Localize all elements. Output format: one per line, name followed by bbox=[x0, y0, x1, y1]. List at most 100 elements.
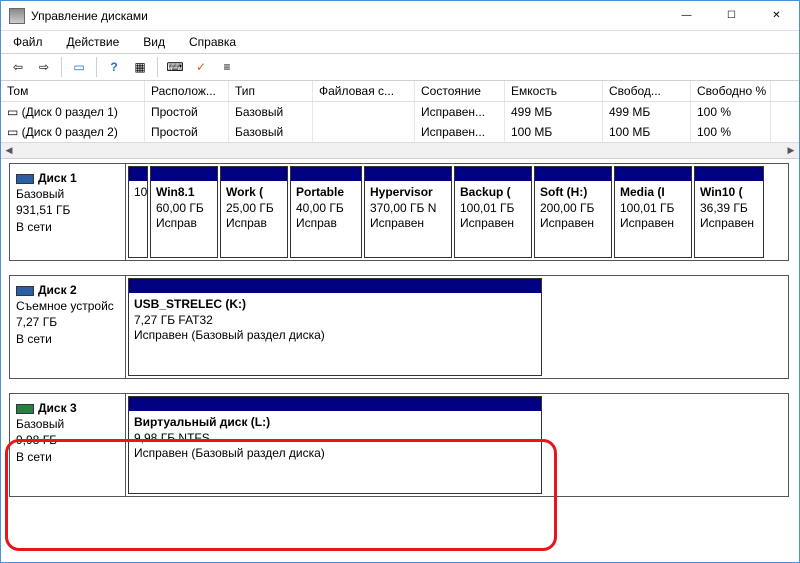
horizontal-scrollbar[interactable]: ◀ ▶ bbox=[1, 142, 799, 158]
disk-icon bbox=[16, 404, 34, 414]
col-header-percent[interactable]: Свободно % bbox=[691, 81, 771, 101]
menubar: Файл Действие Вид Справка bbox=[1, 31, 799, 53]
help-button[interactable]: ? bbox=[103, 56, 125, 78]
toolbar: ⇦ ⇨ ▭ ? ▦ ⌨ ✓ ≡ bbox=[1, 53, 799, 81]
partition-color-bar bbox=[535, 167, 611, 181]
partition-size: 36,39 ГБ bbox=[700, 201, 758, 217]
cell-type: Базовый bbox=[229, 122, 313, 142]
toolbar-button-6[interactable]: ✓ bbox=[190, 56, 212, 78]
col-header-layout[interactable]: Располож... bbox=[145, 81, 229, 101]
partition-status: Исправен bbox=[700, 216, 758, 232]
disk-size: 931,51 ГБ bbox=[16, 202, 119, 218]
partition-body: Win8.160,00 ГБИсправ bbox=[151, 181, 217, 236]
toolbar-button-5[interactable]: ⌨ bbox=[164, 56, 186, 78]
arrow-left-icon: ⇦ bbox=[13, 60, 23, 74]
partition-size: 60,00 ГБ bbox=[156, 201, 212, 217]
partition-body: Backup (100,01 ГБИсправен bbox=[455, 181, 531, 236]
check-icon: ✓ bbox=[196, 60, 206, 74]
cell-volume: ▭ (Диск 0 раздел 2) bbox=[1, 122, 145, 142]
refresh-icon: ▦ bbox=[134, 60, 145, 74]
partition-size: 25,00 ГБ bbox=[226, 201, 282, 217]
disk-row[interactable]: Диск 2 Съемное устройс 7,27 ГБ В сети US… bbox=[9, 275, 789, 379]
toolbar-button-7[interactable]: ≡ bbox=[216, 56, 238, 78]
partition[interactable]: USB_STRELEC (K:)7,27 ГБ FAT32Исправен (Б… bbox=[128, 278, 542, 376]
help-icon: ? bbox=[110, 60, 117, 74]
disk-icon bbox=[16, 286, 34, 296]
partition-color-bar bbox=[695, 167, 763, 181]
disk-icon bbox=[16, 174, 34, 184]
col-header-filesystem[interactable]: Файловая с... bbox=[313, 81, 415, 101]
partition[interactable]: Media (I100,01 ГБИсправен bbox=[614, 166, 692, 258]
menu-help[interactable]: Справка bbox=[183, 33, 242, 51]
menu-view[interactable]: Вид bbox=[137, 33, 171, 51]
partition[interactable]: 10 bbox=[128, 166, 148, 258]
partition-name: Backup ( bbox=[460, 185, 526, 201]
partition[interactable]: Soft (H:)200,00 ГБИсправен bbox=[534, 166, 612, 258]
col-header-free[interactable]: Свобод... bbox=[603, 81, 691, 101]
properties-button[interactable]: ▭ bbox=[68, 56, 90, 78]
partition-size: 40,00 ГБ bbox=[296, 201, 356, 217]
menu-file[interactable]: Файл bbox=[7, 33, 49, 51]
partition[interactable]: Hypervisor370,00 ГБ NИсправен bbox=[364, 166, 452, 258]
partition-status: Исправен (Базовый раздел диска) bbox=[134, 446, 536, 462]
close-button[interactable]: ✕ bbox=[754, 1, 799, 30]
partition-body: 10 bbox=[129, 181, 147, 205]
volume-row[interactable]: ▭ (Диск 0 раздел 1) Простой Базовый Испр… bbox=[1, 102, 799, 122]
disk-partitions: 10Win8.160,00 ГБИсправWork (25,00 ГБИспр… bbox=[126, 164, 788, 260]
partition[interactable]: Backup (100,01 ГБИсправен bbox=[454, 166, 532, 258]
list-icon: ≡ bbox=[223, 60, 230, 74]
back-button[interactable]: ⇦ bbox=[7, 56, 29, 78]
partition[interactable]: Portable40,00 ГБИсправ bbox=[290, 166, 362, 258]
scroll-right-button[interactable]: ▶ bbox=[783, 143, 799, 158]
partition-name: Hypervisor bbox=[370, 185, 446, 201]
partition-color-bar bbox=[151, 167, 217, 181]
disk-info: Диск 1 Базовый 931,51 ГБ В сети bbox=[10, 164, 126, 260]
col-header-type[interactable]: Тип bbox=[229, 81, 313, 101]
app-icon bbox=[9, 8, 25, 24]
partition[interactable]: Виртуальный диск (L:)9,98 ГБ NTFSИсправе… bbox=[128, 396, 542, 494]
partition-status: Исправен bbox=[540, 216, 606, 232]
refresh-button[interactable]: ▦ bbox=[129, 56, 151, 78]
cell-cap: 499 МБ bbox=[505, 102, 603, 122]
cell-status: Исправен... bbox=[415, 102, 505, 122]
volume-list-header: Том Располож... Тип Файловая с... Состоя… bbox=[1, 81, 799, 102]
partition-status: Исправен bbox=[620, 216, 686, 232]
disk-info: Диск 3 Базовый 9,98 ГБ В сети bbox=[10, 394, 126, 496]
partition-size: 200,00 ГБ bbox=[540, 201, 606, 217]
maximize-button[interactable]: ☐ bbox=[709, 1, 754, 30]
col-header-volume[interactable]: Том bbox=[1, 81, 145, 101]
partition-name: Work ( bbox=[226, 185, 282, 201]
disk-partitions: USB_STRELEC (K:)7,27 ГБ FAT32Исправен (Б… bbox=[126, 276, 788, 378]
partition-size: 370,00 ГБ N bbox=[370, 201, 446, 217]
minimize-button[interactable]: — bbox=[664, 1, 709, 30]
properties-icon: ▭ bbox=[73, 60, 84, 74]
menu-action[interactable]: Действие bbox=[61, 33, 126, 51]
partition-name: USB_STRELEC (K:) bbox=[134, 297, 536, 313]
partition[interactable]: Win8.160,00 ГБИсправ bbox=[150, 166, 218, 258]
partition-status: Исправ bbox=[296, 216, 356, 232]
partition[interactable]: Work (25,00 ГБИсправ bbox=[220, 166, 288, 258]
partition[interactable]: Win10 (36,39 ГБИсправен bbox=[694, 166, 764, 258]
partition-body: Media (I100,01 ГБИсправен bbox=[615, 181, 691, 236]
partition-name: Win10 ( bbox=[700, 185, 758, 201]
cell-pct: 100 % bbox=[691, 122, 771, 142]
cell-layout: Простой bbox=[145, 122, 229, 142]
partition-body: Soft (H:)200,00 ГБИсправен bbox=[535, 181, 611, 236]
scroll-left-button[interactable]: ◀ bbox=[1, 143, 17, 158]
partition-color-bar bbox=[615, 167, 691, 181]
col-header-status[interactable]: Состояние bbox=[415, 81, 505, 101]
disk-row[interactable]: Диск 1 Базовый 931,51 ГБ В сети 10Win8.1… bbox=[9, 163, 789, 261]
disk-partitions: Виртуальный диск (L:)9,98 ГБ NTFSИсправе… bbox=[126, 394, 788, 496]
forward-button[interactable]: ⇨ bbox=[33, 56, 55, 78]
partition-body: USB_STRELEC (K:)7,27 ГБ FAT32Исправен (Б… bbox=[129, 293, 541, 348]
volume-row[interactable]: ▭ (Диск 0 раздел 2) Простой Базовый Испр… bbox=[1, 122, 799, 142]
col-header-capacity[interactable]: Емкость bbox=[505, 81, 603, 101]
partition-body: Hypervisor370,00 ГБ NИсправен bbox=[365, 181, 451, 236]
cell-fs bbox=[313, 122, 415, 142]
disk-row[interactable]: Диск 3 Базовый 9,98 ГБ В сети Виртуальны… bbox=[9, 393, 789, 497]
partition-status: Исправен bbox=[460, 216, 526, 232]
disk-type: Базовый bbox=[16, 186, 119, 202]
window-title: Управление дисками bbox=[31, 9, 664, 23]
volume-list-pane: Том Располож... Тип Файловая с... Состоя… bbox=[1, 81, 799, 159]
disk-name: Диск 2 bbox=[38, 283, 77, 297]
